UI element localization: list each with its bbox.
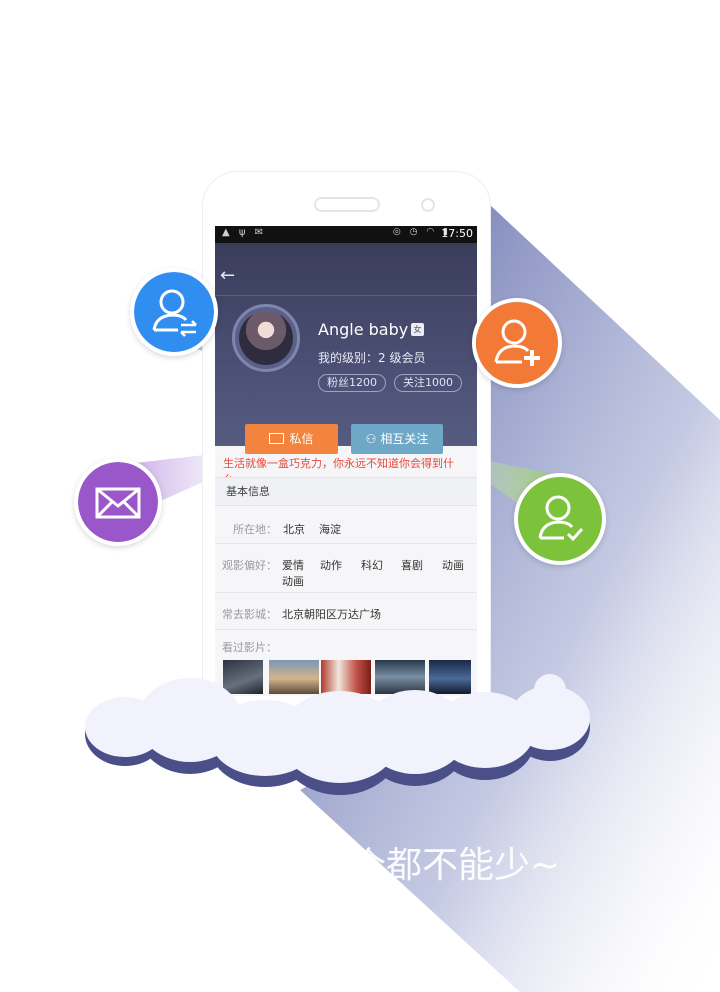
- status-bar: ▲ ψ ✉ ◎ ◷ ◠ ▮ 17:50: [215, 226, 477, 243]
- mutual-follow-label: 相互关注: [380, 432, 429, 446]
- message-button[interactable]: 私信: [245, 424, 338, 454]
- genre-tag: 动作: [320, 559, 342, 572]
- cinema-label: 常去影城：: [222, 608, 277, 621]
- tagline-caption: 个都不能少~: [350, 845, 561, 886]
- member-level: 我的级别：2 级会员: [318, 351, 426, 365]
- user-check-icon[interactable]: [514, 473, 606, 565]
- fans-count[interactable]: 粉丝1200: [318, 374, 386, 392]
- user-icon: ⚇: [365, 432, 377, 446]
- cinema-value: 北京朝阳区万达广场: [282, 608, 381, 621]
- row-divider: [215, 543, 477, 544]
- gender-badge: 女: [411, 323, 424, 336]
- following-count[interactable]: 关注1000: [394, 374, 462, 392]
- status-time: 17:50: [441, 227, 473, 240]
- header-divider: [215, 295, 477, 296]
- location-label: 所在地：: [233, 523, 277, 536]
- genre-tag: 科幻: [361, 559, 383, 572]
- genre-label: 观影偏好：: [222, 559, 277, 572]
- phone-camera: [421, 198, 435, 212]
- genre-tag: 动画: [282, 575, 304, 588]
- envelope-icon[interactable]: [74, 458, 162, 546]
- back-arrow-icon[interactable]: ←: [220, 265, 235, 286]
- notification-icons: ▲ ψ ✉: [222, 227, 267, 238]
- phone-speaker: [314, 197, 380, 212]
- basic-info-header: 基本信息: [215, 477, 477, 506]
- cloud-decoration: [85, 674, 590, 795]
- user-swap-icon[interactable]: [130, 268, 218, 356]
- row-divider: [215, 629, 477, 630]
- user-add-icon[interactable]: [472, 298, 562, 388]
- mutual-follow-button[interactable]: ⚇ 相互关注: [351, 424, 443, 454]
- location-district: 海淀: [319, 523, 341, 536]
- profile-name: Angle baby: [318, 320, 409, 339]
- message-button-label: 私信: [289, 432, 314, 446]
- profile-header: ← Angle baby 女 我的级别：2 级会员 粉丝1200 关注1000 …: [215, 243, 477, 454]
- row-divider: [215, 592, 477, 593]
- avatar[interactable]: [239, 311, 293, 365]
- mail-icon: [269, 433, 285, 444]
- genre-tag: 喜剧: [401, 559, 423, 572]
- genre-tag: 爱情: [282, 559, 304, 572]
- phone-screen: ▲ ψ ✉ ◎ ◷ ◠ ▮ 17:50 ← Angle baby 女 我的级别：…: [215, 226, 477, 696]
- watched-label: 看过影片：: [222, 641, 277, 654]
- location-city: 北京: [283, 523, 305, 536]
- genre-tag: 动画: [442, 559, 464, 572]
